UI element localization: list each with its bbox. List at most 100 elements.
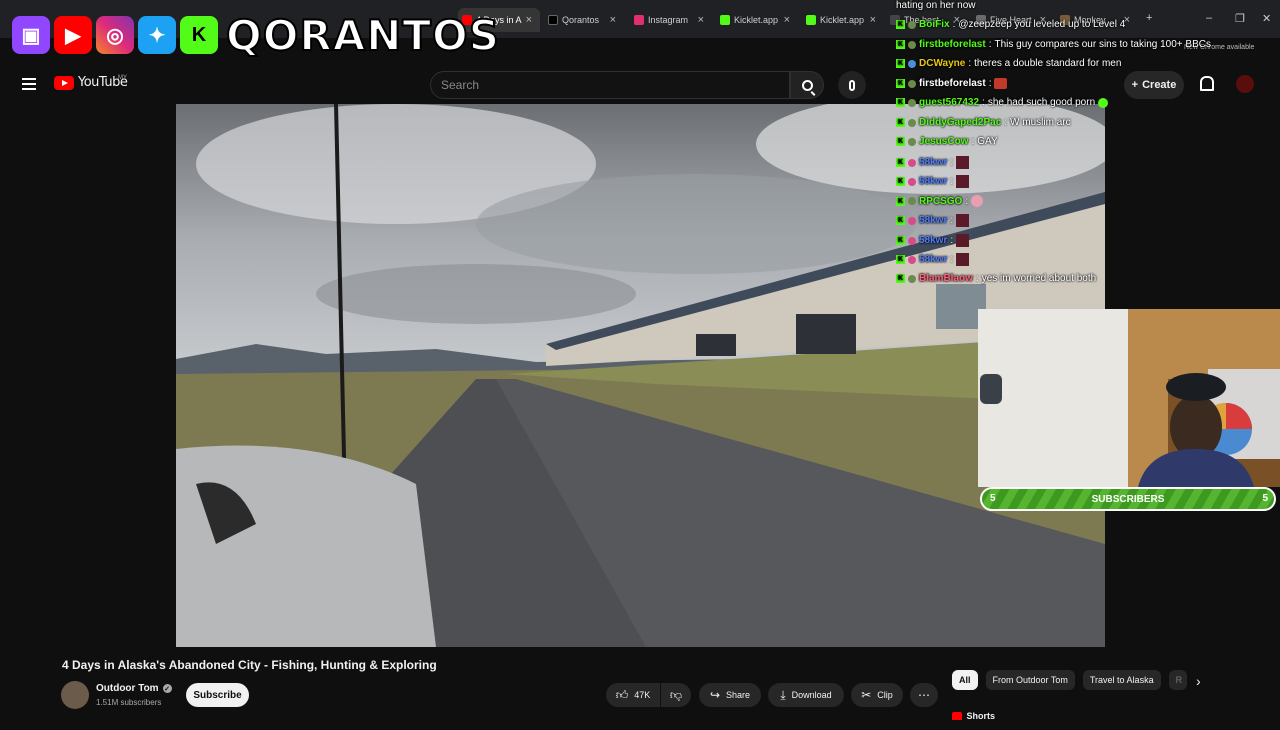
kick-badge-icon: K (896, 158, 905, 167)
kick-badge-icon: K (896, 274, 905, 283)
user-badge-icon (908, 118, 916, 127)
voice-search-button[interactable] (838, 71, 866, 99)
kick-badge-icon: K (896, 20, 905, 29)
tab-instagram[interactable]: Instagram × (630, 8, 712, 32)
chip-partial[interactable]: R (1168, 670, 1187, 690)
hamburger-menu-icon[interactable] (22, 78, 36, 90)
user-badge-icon (908, 137, 916, 146)
tab-qorantos[interactable]: Qorantos × (544, 8, 624, 32)
download-button[interactable]: ⤓ Download (768, 683, 844, 707)
kick-badge-icon: K (896, 118, 905, 127)
kick-badge-icon: K (896, 40, 905, 49)
more-actions-button[interactable]: ⋯ (910, 683, 938, 707)
chat-message: K 58kwr: (896, 156, 970, 169)
new-tab-icon[interactable]: + (1146, 12, 1152, 24)
user-badge-icon (908, 177, 916, 186)
user-badge-icon (908, 236, 916, 245)
user-badge-icon (908, 20, 916, 29)
kick-badge-icon: K (896, 255, 905, 264)
chevron-right-icon[interactable]: › (1196, 673, 1201, 689)
chat-message: K DiddyGaped2Pac: W muslim arc (896, 117, 1071, 128)
car-hood (176, 445, 436, 647)
user-badge-icon (908, 98, 916, 107)
subscribe-button[interactable]: Subscribe (186, 683, 249, 707)
tab-label: Kicklet.app (734, 15, 779, 25)
chat-username: BoiFix (919, 19, 950, 30)
chip-travel-alaska[interactable]: Travel to Alaska (1082, 670, 1161, 690)
twitch-icon: ▣ (12, 16, 50, 54)
kick-badge-icon: K (896, 98, 905, 107)
user-badge-icon (908, 274, 916, 283)
chat-message: K 58kwr: (896, 175, 970, 188)
chip-all[interactable]: All (952, 670, 978, 690)
chat-message-text: yes im worried about both (981, 273, 1097, 284)
user-badge-icon (908, 40, 916, 49)
minimize-icon[interactable]: – (1206, 12, 1212, 24)
create-button[interactable]: + Create (1124, 71, 1184, 99)
kick-badge-icon: K (896, 79, 905, 88)
shorts-icon (952, 712, 962, 720)
close-window-icon[interactable]: ✕ (1262, 12, 1271, 25)
chat-message-text: she had such good porn (987, 97, 1096, 108)
tab-label: Kicklet.app (820, 15, 865, 25)
clip-button[interactable]: ✂ Clip (851, 683, 903, 707)
chat-top-fragment: hating on her now (896, 0, 976, 11)
close-tab-icon[interactable]: × (610, 14, 616, 26)
tab-kicklet-1[interactable]: Kicklet.app × (716, 8, 798, 32)
dislike-button[interactable]: 👎︎ (661, 683, 691, 707)
close-tab-icon[interactable]: × (526, 14, 532, 26)
search-input[interactable] (430, 71, 790, 99)
chat-message: K BoiFix: @zeepzeep you leveled up to Le… (896, 19, 1126, 30)
chip-from-channel[interactable]: From Outdoor Tom (985, 670, 1075, 690)
kick-badge-icon: K (896, 137, 905, 146)
kick-badge-icon: K (896, 236, 905, 245)
user-badge-icon (908, 158, 916, 167)
tab-label: Instagram (648, 15, 689, 25)
close-tab-icon[interactable]: × (870, 14, 876, 26)
download-label: Download (791, 690, 832, 700)
related-filter-chips: All From Outdoor Tom Travel to Alaska R (952, 670, 1187, 690)
user-badge-icon (908, 79, 916, 88)
chat-username: guest567432 (919, 97, 980, 108)
plus-icon: + (1131, 79, 1139, 91)
kick-badge-icon: K (896, 196, 905, 206)
close-tab-icon[interactable]: × (698, 14, 704, 26)
kicklet-favicon-icon (720, 15, 730, 25)
user-badge-icon (908, 216, 916, 225)
subscriber-goal-target: 5 (1262, 493, 1268, 504)
notifications-bell-icon[interactable] (1199, 76, 1214, 92)
user-badge-icon (908, 255, 916, 264)
chat-message-text: @zeepzeep you leveled up to Level 4 (958, 19, 1126, 30)
like-button[interactable]: 👍︎ 47K (606, 683, 660, 707)
search-button[interactable] (790, 71, 824, 99)
chat-username: 58kwr (919, 254, 948, 265)
share-button[interactable]: ↪ Share (699, 683, 761, 707)
chat-username: JesusCow (919, 136, 969, 147)
chat-message: K 58kwr: (896, 234, 970, 247)
thumbs-down-icon: 👎︎ (669, 687, 683, 702)
close-tab-icon[interactable]: × (784, 14, 790, 26)
chat-message: K firstbeforelast: (896, 78, 1008, 89)
instagram-icon: ◎ (96, 16, 134, 54)
more-horizontal-icon: ⋯ (918, 688, 930, 702)
chat-username: BlamBlaow (919, 273, 973, 284)
tab-kicklet-2[interactable]: Kicklet.app × (802, 8, 884, 32)
chat-username: DiddyGaped2Pac (919, 117, 1002, 128)
maximize-icon[interactable]: ❐ (1235, 12, 1245, 25)
tab-label: Qorantos (562, 15, 600, 25)
youtube-home-logo[interactable]: YouTube (54, 75, 128, 90)
chat-username: firstbeforelast (919, 78, 986, 89)
account-avatar[interactable] (1236, 75, 1254, 93)
channel-name-link[interactable]: Outdoor Tom ✓ (96, 683, 172, 694)
share-arrow-icon: ↪ (709, 688, 721, 702)
instagram-favicon-icon (634, 15, 644, 25)
chat-message-text: hating on her now (896, 0, 976, 11)
clip-label: Clip (877, 690, 893, 700)
emote-icon (971, 195, 984, 207)
chat-username: firstbeforelast (919, 39, 986, 50)
kick-badge-icon: K (896, 59, 905, 68)
chat-message: K 58kwr: (896, 214, 970, 227)
video-title: 4 Days in Alaska's Abandoned City - Fish… (62, 658, 437, 672)
channel-avatar[interactable] (61, 681, 89, 709)
region-code: MY (118, 75, 127, 81)
